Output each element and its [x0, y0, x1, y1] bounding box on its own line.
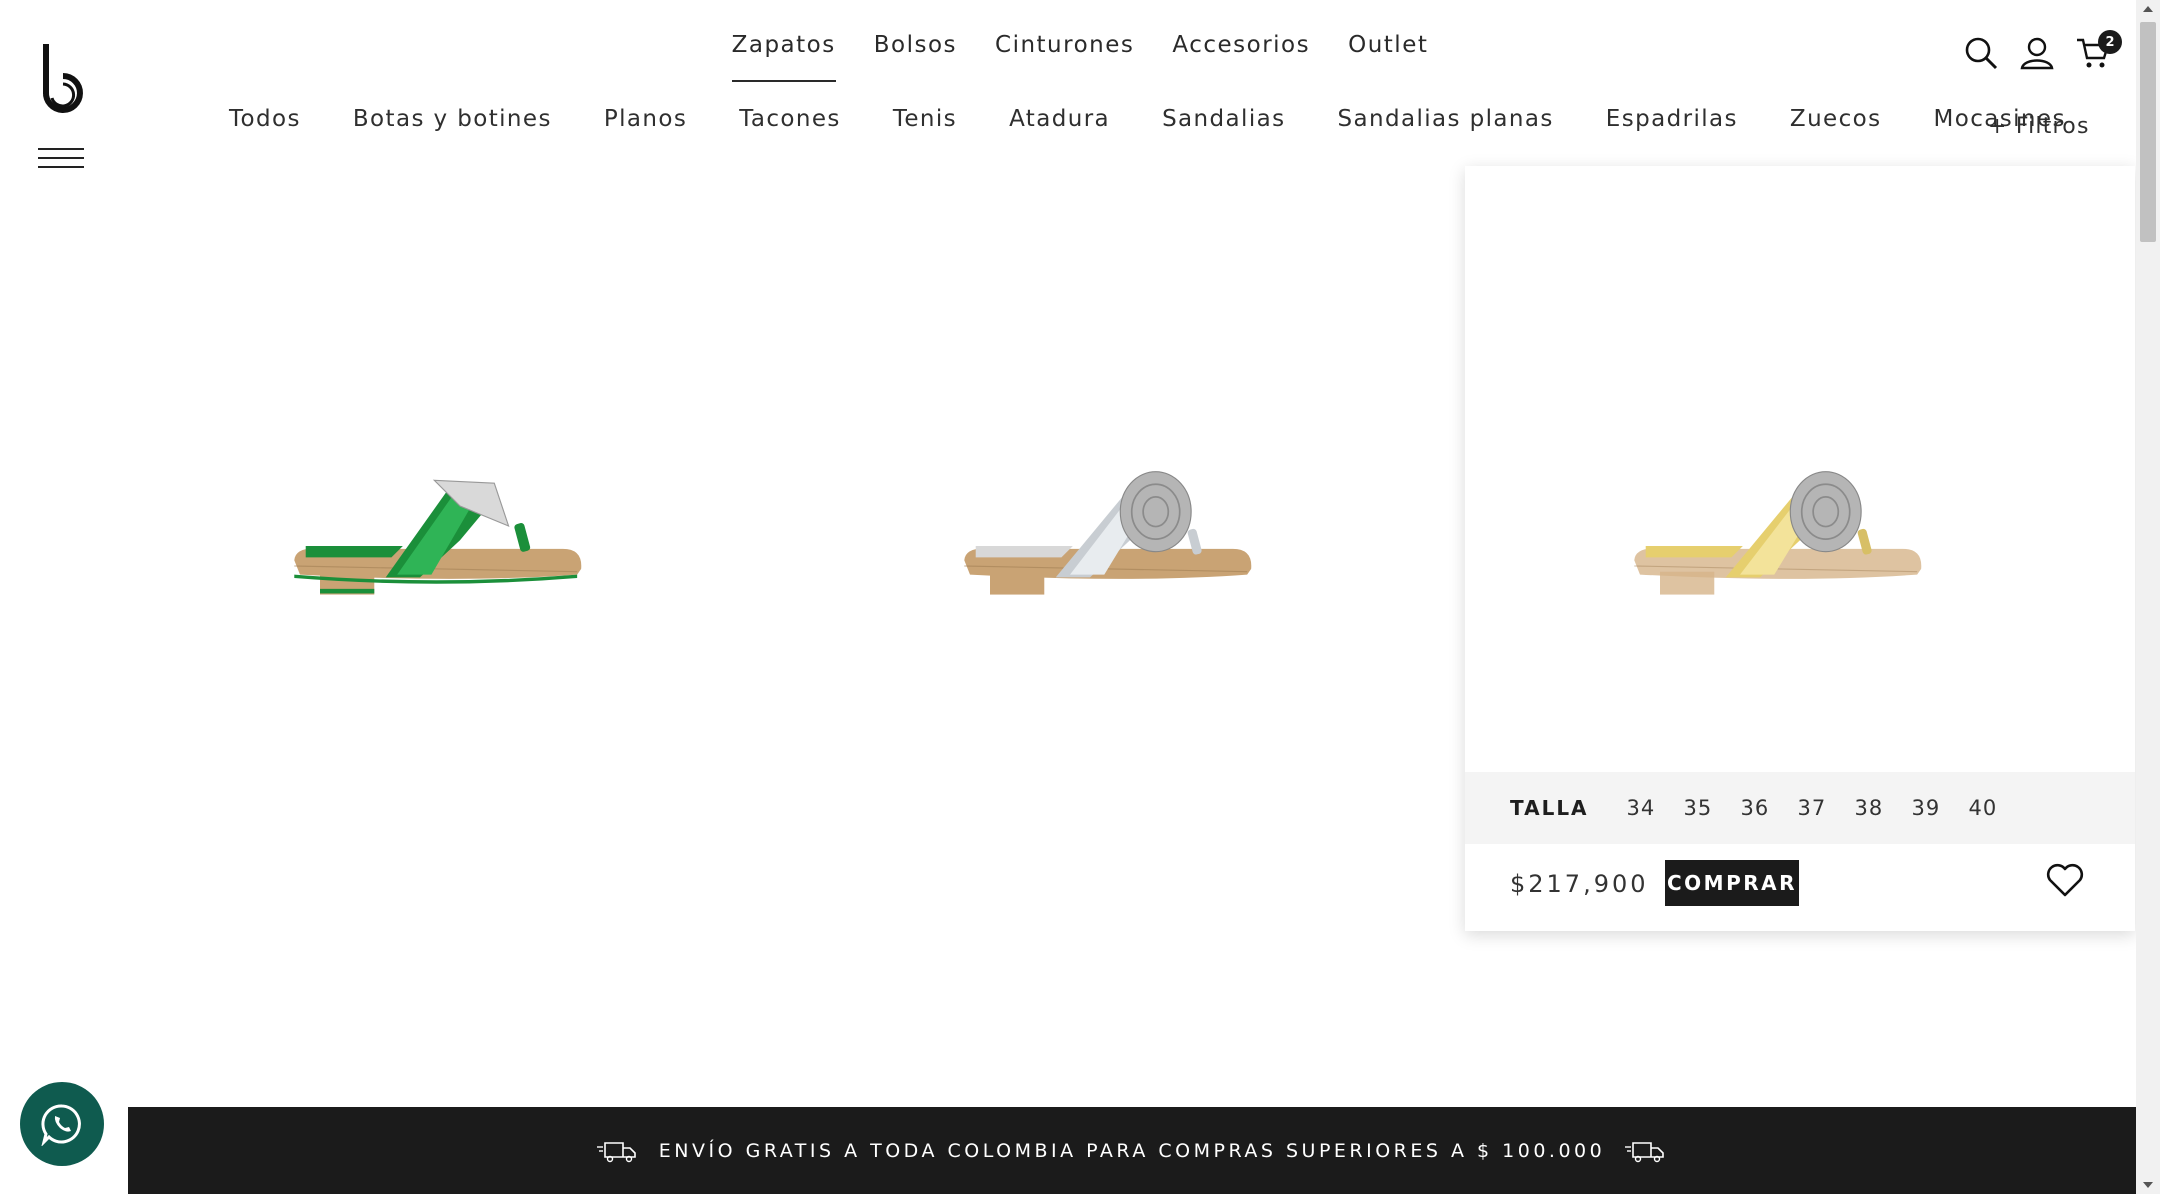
buy-button[interactable]: COMPRAR: [1665, 860, 1799, 906]
nav-accesorios[interactable]: Accesorios: [1172, 32, 1310, 82]
shipping-banner: ENVÍO GRATIS A TODA COLOMBIA PARA COMPRA…: [128, 1107, 2136, 1194]
category-planos[interactable]: Planos: [604, 106, 687, 132]
menu-icon[interactable]: [38, 148, 84, 170]
product-card[interactable]: [800, 166, 1470, 766]
size-option[interactable]: 37: [1798, 796, 1855, 820]
category-tenis[interactable]: Tenis: [893, 106, 957, 132]
scroll-down-arrow[interactable]: [2143, 1182, 2153, 1188]
product-image[interactable]: [1545, 466, 2055, 706]
page-scrollbar[interactable]: [2136, 0, 2160, 1194]
category-zuecos[interactable]: Zuecos: [1790, 106, 1882, 132]
size-option[interactable]: 34: [1627, 796, 1684, 820]
main-nav: Zapatos Bolsos Cinturones Accesorios Out…: [0, 32, 2160, 82]
size-option[interactable]: 36: [1741, 796, 1798, 820]
category-botas[interactable]: Botas y botines: [353, 106, 552, 132]
whatsapp-button[interactable]: [20, 1082, 104, 1166]
size-option[interactable]: 40: [1969, 796, 2026, 820]
size-selector: TALLA 34 35 36 37 38 39 40: [1465, 772, 2135, 844]
scroll-thumb[interactable]: [2140, 22, 2156, 242]
category-atadura[interactable]: Atadura: [1009, 106, 1110, 132]
size-option[interactable]: 39: [1912, 796, 1969, 820]
search-icon[interactable]: [1964, 36, 1998, 70]
category-tacones[interactable]: Tacones: [739, 106, 841, 132]
product-image[interactable]: [875, 466, 1385, 706]
cart-count-badge: 2: [2098, 30, 2122, 54]
category-sandalias-planas[interactable]: Sandalias planas: [1338, 106, 1554, 132]
truck-icon: [596, 1141, 636, 1162]
category-todos[interactable]: Todos: [229, 106, 301, 132]
whatsapp-icon: [41, 1104, 81, 1146]
nav-cinturones[interactable]: Cinturones: [995, 32, 1134, 82]
user-icon[interactable]: [2020, 36, 2054, 70]
product-image[interactable]: [205, 466, 715, 706]
nav-bolsos[interactable]: Bolsos: [874, 32, 957, 82]
nav-zapatos[interactable]: Zapatos: [731, 32, 836, 82]
category-espadrilas[interactable]: Espadrilas: [1606, 106, 1738, 132]
product-card-hover[interactable]: TALLA 34 35 36 37 38 39 40 $217,900 COMP…: [1465, 166, 2135, 931]
heart-icon[interactable]: [2045, 862, 2085, 898]
shipping-text: ENVÍO GRATIS A TODA COLOMBIA PARA COMPRA…: [658, 1139, 1606, 1162]
category-nav: Todos Botas y botines Planos Tacones Ten…: [229, 106, 2066, 132]
category-sandalias[interactable]: Sandalias: [1162, 106, 1285, 132]
purchase-row: $217,900 COMPRAR: [1465, 844, 2135, 930]
scroll-up-arrow[interactable]: [2143, 6, 2153, 12]
truck-icon: [1625, 1141, 1665, 1162]
product-price: $217,900: [1510, 870, 1649, 898]
size-option[interactable]: 35: [1684, 796, 1741, 820]
size-option[interactable]: 38: [1855, 796, 1912, 820]
filters-button[interactable]: + Filtros: [1988, 114, 2090, 139]
product-card[interactable]: [130, 166, 800, 766]
nav-outlet[interactable]: Outlet: [1348, 32, 1428, 82]
cart-button[interactable]: 2: [2076, 30, 2122, 70]
size-label: TALLA: [1510, 796, 1589, 820]
header-actions: 2: [1964, 30, 2122, 70]
